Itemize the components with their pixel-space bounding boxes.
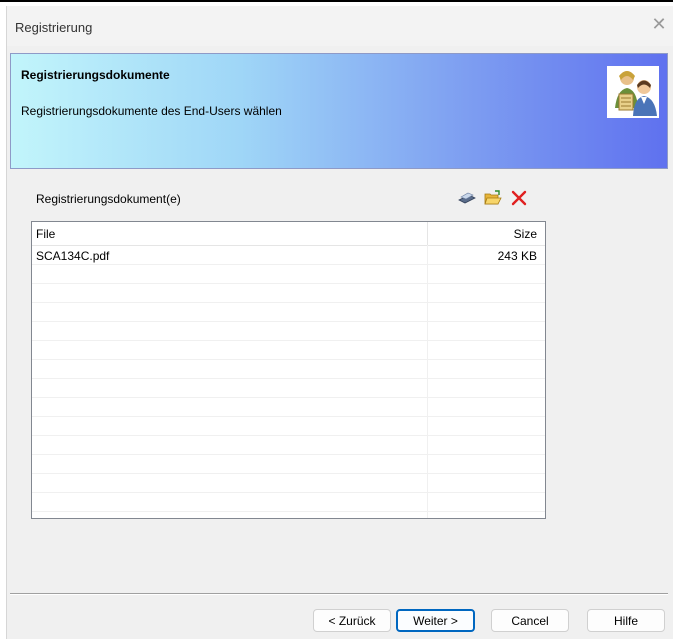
documents-label: Registrierungsdokument(e): [36, 192, 181, 206]
open-folder-button[interactable]: [482, 187, 504, 209]
list-rows: SCA134C.pdf 243 KB: [32, 246, 545, 512]
window-title: Registrierung: [15, 20, 93, 35]
delete-button[interactable]: [508, 187, 530, 209]
table-row[interactable]: [32, 303, 545, 322]
back-button[interactable]: < Zurück: [313, 609, 391, 632]
screen-top-border: [0, 0, 673, 2]
help-button[interactable]: Hilfe: [587, 609, 665, 632]
column-header-size[interactable]: Size: [428, 222, 545, 245]
table-row[interactable]: [32, 493, 545, 512]
documents-toolbar: [456, 187, 530, 209]
scan-button[interactable]: [456, 187, 478, 209]
close-icon[interactable]: ✕: [651, 14, 667, 34]
table-row[interactable]: [32, 455, 545, 474]
table-row[interactable]: [32, 341, 545, 360]
column-header-file[interactable]: File: [32, 222, 428, 245]
column-header-size-label: Size: [513, 227, 537, 241]
delete-icon: [511, 190, 527, 206]
cancel-button[interactable]: Cancel: [491, 609, 569, 632]
next-button[interactable]: Weiter >: [396, 609, 475, 632]
documents-list[interactable]: File Size SCA134C.pdf 243 KB: [31, 221, 546, 519]
wizard-header-banner: Registrierungsdokumente Registrierungsdo…: [10, 53, 668, 169]
table-row[interactable]: [32, 360, 545, 379]
open-folder-icon: [484, 190, 502, 205]
footer-separator: [10, 593, 668, 595]
cell-size: 243 KB: [497, 249, 537, 263]
scan-icon: [458, 192, 476, 204]
table-row[interactable]: [32, 284, 545, 303]
table-row[interactable]: [32, 436, 545, 455]
table-row[interactable]: [32, 417, 545, 436]
users-documents-icon: [607, 66, 659, 118]
header-subtitle: Registrierungsdokumente des End-Users wä…: [21, 104, 282, 118]
column-header-file-label: File: [36, 227, 56, 241]
table-row[interactable]: [32, 265, 545, 284]
header-title: Registrierungsdokumente: [21, 68, 170, 82]
list-header: File Size: [32, 222, 545, 246]
cell-file: SCA134C.pdf: [36, 249, 110, 263]
table-row[interactable]: [32, 398, 545, 417]
table-row[interactable]: [32, 474, 545, 493]
title-bar[interactable]: Registrierung ✕: [7, 6, 673, 46]
table-row[interactable]: SCA134C.pdf 243 KB: [32, 246, 545, 265]
table-row[interactable]: [32, 322, 545, 341]
table-row[interactable]: [32, 379, 545, 398]
